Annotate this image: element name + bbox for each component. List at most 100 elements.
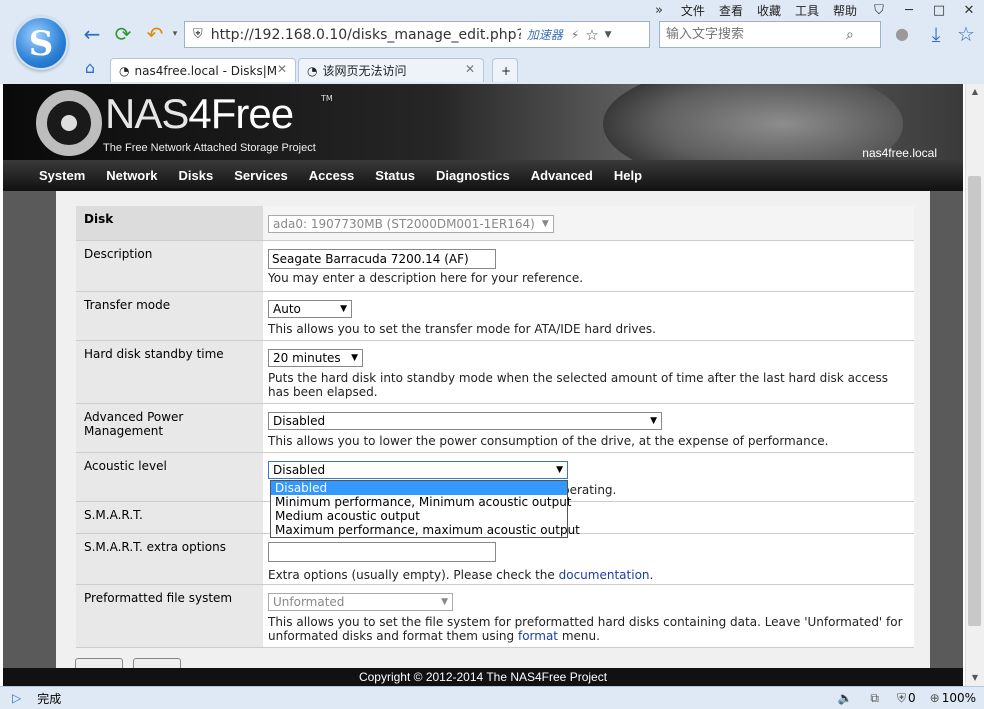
row-apm: Advanced Power Management Disabled This … [76,404,914,453]
brand-name[interactable]: NAS4Free [105,90,294,138]
nav-diagnostics[interactable]: Diagnostics [436,168,510,183]
disk-edit-form: Disk ada0: 1907730MB (ST2000DM001-1ER164… [76,206,914,648]
more-icon[interactable]: ● [890,22,914,46]
favorites-star-icon[interactable]: ☆ [954,22,978,46]
search-box[interactable]: ⌕ [659,21,881,48]
nav-network[interactable]: Network [106,168,157,183]
page-favicon-icon: ◔ [307,63,318,78]
fs-hint: This allows you to set the file system f… [268,615,903,643]
adblock-icon[interactable]: ⛨ [897,691,906,706]
row-disk: Disk ada0: 1907730MB (ST2000DM001-1ER164… [76,206,914,241]
zoom-level[interactable]: 100% [942,691,976,705]
url-text[interactable]: http://192.168.0.10/disks_manage_edit.ph… [211,27,521,43]
search-icon[interactable]: ⌕ [846,27,854,43]
smart-extra-label: S.M.A.R.T. extra options [76,534,263,584]
standby-select[interactable]: 20 minutes [268,349,363,367]
adblock-count: 0 [907,691,916,705]
address-bar[interactable]: ⛨ http://192.168.0.10/disks_manage_edit.… [184,21,650,48]
star-icon[interactable]: ☆ [585,26,598,44]
nav-advanced[interactable]: Advanced [531,168,593,183]
transfer-mode-cell: Auto This allows you to set the transfer… [263,292,914,340]
smart-extra-hint: Extra options (usually empty). Please ch… [268,568,654,582]
dropdown-option[interactable]: Medium acoustic output [271,509,567,523]
apm-select[interactable]: Disabled [268,412,662,430]
trademark: TM [321,94,333,103]
apm-hint: This allows you to lower the power consu… [268,434,829,448]
menu-file[interactable]: 文件 [674,2,712,19]
dropdown-option[interactable]: Maximum performance, maximum acoustic ou… [271,523,580,537]
documentation-link[interactable]: documentation [559,568,650,582]
acoustic-dropdown-list[interactable]: Disabled Minimum performance, Minimum ac… [270,480,580,538]
web-page: NAS4Free TM The Free Network Attached St… [3,84,963,686]
lightning-icon[interactable]: ⚡ [571,28,579,42]
tab-title: 该网页无法访问 [322,64,407,78]
nav-services[interactable]: Services [234,168,288,183]
double-chevron-icon[interactable]: » [644,3,674,18]
format-link[interactable]: format [518,629,558,643]
description-hint: You may enter a description here for you… [268,271,584,285]
nav-help[interactable]: Help [614,168,642,183]
acoustic-select[interactable]: Disabled [268,461,568,479]
fs-cell: Unformated This allows you to set the fi… [263,585,914,647]
header-banner: NAS4Free TM The Free Network Attached St… [3,84,963,184]
menu-view[interactable]: 查看 [712,2,750,19]
scroll-down-icon[interactable]: ▼ [966,670,984,686]
zoom-icon[interactable]: ⊕ [930,691,940,705]
standby-label: Hard disk standby time [76,341,263,403]
tab-strip: ⌂ ◔ nas4free.local - Disks|M ✕ ◔ 该网页无法访问… [0,56,984,84]
scroll-up-icon[interactable]: ▲ [966,84,984,100]
tab-error-page[interactable]: ◔ 该网页无法访问 ✕ [298,58,484,82]
speaker-icon[interactable]: 🔈 [837,691,852,705]
disk-label: Disk [76,206,263,240]
smart-label: S.M.A.R.T. [76,502,263,533]
close-tab-icon[interactable]: ✕ [277,62,287,76]
extension-icon[interactable]: ⧉ [870,691,879,706]
skin-icon[interactable]: ⛉ [864,3,894,18]
disk-value-cell: ada0: 1907730MB (ST2000DM001-1ER164) [263,206,914,240]
back-icon[interactable]: ← [80,22,104,46]
row-transfer-mode: Transfer mode Auto This allows you to se… [76,292,914,341]
description-label: Description [76,241,263,291]
smart-extra-input[interactable] [268,542,496,562]
dropdown-option[interactable]: Minimum performance, Minimum acoustic ou… [271,495,572,509]
home-icon[interactable]: ⌂ [78,56,102,80]
status-bar: ▷ 完成 🔈 ⧉ ⛨ 0 ⊕ 100% [0,686,984,709]
download-icon[interactable]: ⤓ [924,22,948,46]
standby-hint: Puts the hard disk into standby mode whe… [268,371,889,399]
accelerator-label[interactable]: 加速器 [527,26,563,43]
nas4free-logo-icon [36,90,102,156]
footer-copyright: Copyright © 2012-2014 The NAS4Free Proje… [3,668,963,686]
vertical-scrollbar[interactable]: ▲ ▼ [965,84,984,686]
search-input[interactable] [666,27,846,42]
close-window-icon[interactable]: ✕ [954,3,984,18]
dropdown-option[interactable]: Disabled [271,481,567,495]
browser-chrome: » 文件 查看 收藏 工具 帮助 ⛉ ─ □ ✕ S ← ⟳ ↶ ▾ ⛨ htt… [0,0,984,84]
nav-disks[interactable]: Disks [179,168,214,183]
refresh-icon[interactable]: ⟳ [111,22,135,46]
new-tab-button[interactable]: + [492,58,518,82]
hostname: nas4free.local [862,146,937,160]
url-dropdown-icon[interactable]: ▼ [605,30,612,40]
fs-select: Unformated [268,593,453,611]
menu-help[interactable]: 帮助 [826,2,864,19]
status-text: 完成 [37,691,62,706]
menu-favorites[interactable]: 收藏 [750,2,788,19]
acoustic-hint: perating. [562,483,617,497]
nav-system[interactable]: System [39,168,85,183]
apm-cell: Disabled This allows you to lower the po… [263,404,914,452]
row-standby-time: Hard disk standby time 20 minutes Puts t… [76,341,914,404]
row-description: Description Seagate Barracuda 7200.14 (A… [76,241,914,292]
maximize-icon[interactable]: □ [924,3,954,18]
nav-access[interactable]: Access [309,168,355,183]
minimize-icon[interactable]: ─ [894,3,924,18]
smart-extra-cell: Extra options (usually empty). Please ch… [263,534,914,584]
row-preformatted-fs: Preformatted file system Unformated This… [76,585,914,648]
description-input[interactable]: Seagate Barracuda 7200.14 (AF) [268,249,496,269]
close-tab-icon[interactable]: ✕ [465,62,475,76]
sidebar-toggle-icon[interactable]: ▷ [12,691,21,705]
scroll-thumb[interactable] [968,176,981,626]
tab-nas4free[interactable]: ◔ nas4free.local - Disks|M ✕ [110,58,296,82]
nav-status[interactable]: Status [375,168,415,183]
menu-tools[interactable]: 工具 [788,2,826,19]
transfer-mode-select[interactable]: Auto [268,300,352,318]
